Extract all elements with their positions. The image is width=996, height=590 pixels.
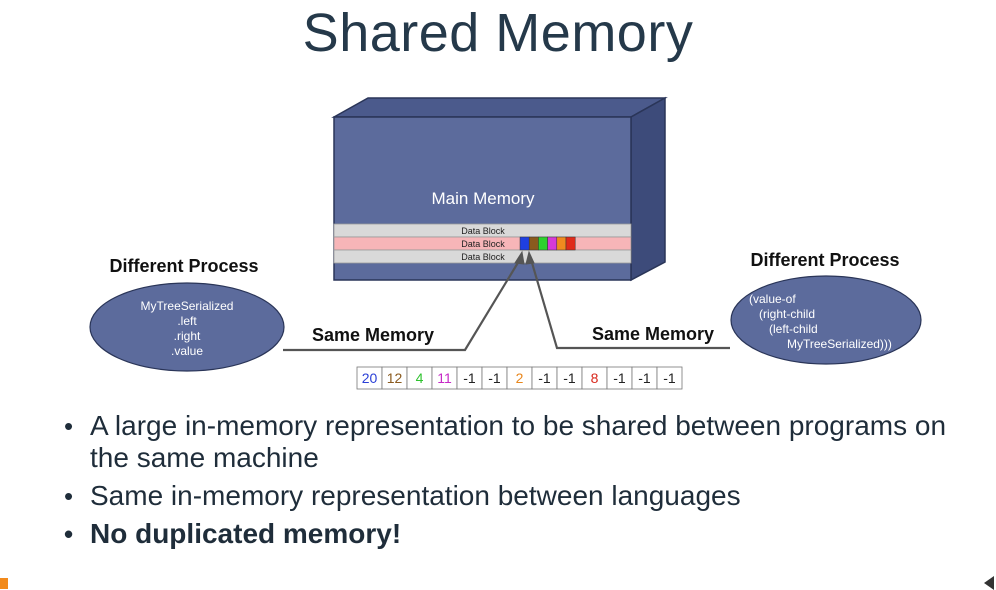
array-cell: -1 [556, 366, 583, 390]
bullet-item-2: Same in-memory representation between la… [64, 480, 964, 512]
array-cell-value: 4 [416, 370, 424, 386]
array-cell-value: 11 [437, 370, 452, 386]
left-process-line-2: .left [177, 314, 197, 328]
box-top-face [331, 97, 668, 118]
box-side-face [630, 96, 666, 282]
array-cell: 11 [431, 366, 458, 390]
array-cell: 20 [356, 366, 383, 390]
memory-square [556, 236, 567, 251]
array-cell: -1 [481, 366, 508, 390]
array-cell-value: 20 [362, 370, 378, 386]
array-cell-value: 8 [591, 370, 599, 386]
left-process: Different Process MyTreeSerialized .left… [89, 256, 285, 372]
array-cell: 8 [581, 366, 608, 390]
array-cell: 2 [506, 366, 533, 390]
data-block-label-2: Data Block [461, 239, 505, 249]
left-process-heading: Different Process [109, 256, 258, 276]
memory-square [565, 236, 576, 251]
array-cell: 12 [381, 366, 408, 390]
array-cell-value: -1 [663, 370, 676, 386]
data-block-rows: Data Block Data Block Data Block [333, 223, 632, 264]
data-block-label-1: Data Block [461, 226, 505, 236]
memory-square [547, 236, 558, 251]
slide-marker-square [0, 578, 8, 589]
right-process-line-2: (right-child [759, 307, 815, 321]
array-cell: -1 [631, 366, 658, 390]
same-memory-label-right: Same Memory [592, 324, 714, 344]
array-cell-value: -1 [488, 370, 501, 386]
array-cell-value: -1 [613, 370, 626, 386]
array-cell: -1 [456, 366, 483, 390]
right-process: Different Process (value-of (right-child… [730, 250, 922, 365]
data-block-label-3: Data Block [461, 252, 505, 262]
array-cell-value: -1 [463, 370, 476, 386]
left-process-line-4: .value [171, 344, 203, 358]
array-cell-value: -1 [638, 370, 651, 386]
shared-memory-diagram: Main Memory Data Block Data Block Data B… [89, 96, 922, 390]
right-process-line-3: (left-child [769, 322, 818, 336]
array-cell-value: -1 [563, 370, 576, 386]
bullet-list: A large in-memory representation to be s… [64, 410, 964, 556]
array-cell: 4 [406, 366, 433, 390]
serialized-array: 20 12 4 11 -1 -1 2 -1 -1 8 -1 -1 -1 [356, 366, 683, 390]
same-memory-label-left: Same Memory [312, 325, 434, 345]
right-process-line-1: (value-of [749, 292, 796, 306]
left-process-line-3: .right [174, 329, 201, 343]
right-process-heading: Different Process [750, 250, 899, 270]
main-memory-label: Main Memory [432, 189, 535, 208]
bullet-item-3: No duplicated memory! [64, 518, 964, 550]
array-cell: -1 [656, 366, 683, 390]
left-process-line-1: MyTreeSerialized [141, 299, 234, 313]
array-cell-value: 2 [516, 370, 524, 386]
previous-slide-arrow-icon[interactable] [984, 576, 994, 590]
array-cell: -1 [531, 366, 558, 390]
memory-square [528, 236, 539, 251]
array-cell: -1 [606, 366, 633, 390]
bullet-item-1: A large in-memory representation to be s… [64, 410, 964, 474]
array-cell-value: 12 [387, 370, 403, 386]
memory-color-squares [519, 236, 576, 251]
memory-square [519, 236, 530, 251]
array-cell-value: -1 [538, 370, 551, 386]
memory-square [538, 236, 548, 251]
right-process-line-4: MyTreeSerialized))) [787, 337, 892, 351]
